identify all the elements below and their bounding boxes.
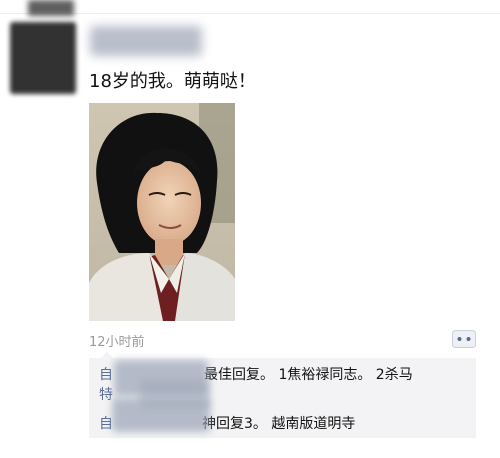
comment-nickname[interactable]: 特 — [99, 385, 113, 405]
comment-text: 最佳回复。 1焦裕禄同志。 2杀马 — [204, 367, 413, 383]
poster-name-redacted[interactable] — [90, 26, 202, 56]
avatar[interactable] — [10, 22, 76, 94]
comment-button[interactable] — [452, 330, 476, 348]
comment-bubble-icon — [452, 330, 476, 348]
photo-portrait-image — [89, 103, 235, 321]
comment-nickname[interactable]: 自 — [99, 365, 113, 385]
moments-post: 18岁的我。萌萌哒！ 12小时前 自 最佳回复。 1焦裕禄同志。 2杀马 特 自… — [0, 0, 500, 458]
post-caption: 18岁的我。萌萌哒！ — [89, 71, 256, 92]
divider — [0, 13, 500, 14]
post-timestamp: 12小时前 — [89, 335, 145, 350]
redaction-scribble — [112, 398, 210, 432]
redaction-scribble — [28, 0, 74, 16]
post-photo[interactable] — [89, 103, 235, 321]
comment-text: 神回复3。 越南版道明寺 — [202, 416, 356, 432]
comment-nickname[interactable]: 自 — [99, 414, 113, 434]
